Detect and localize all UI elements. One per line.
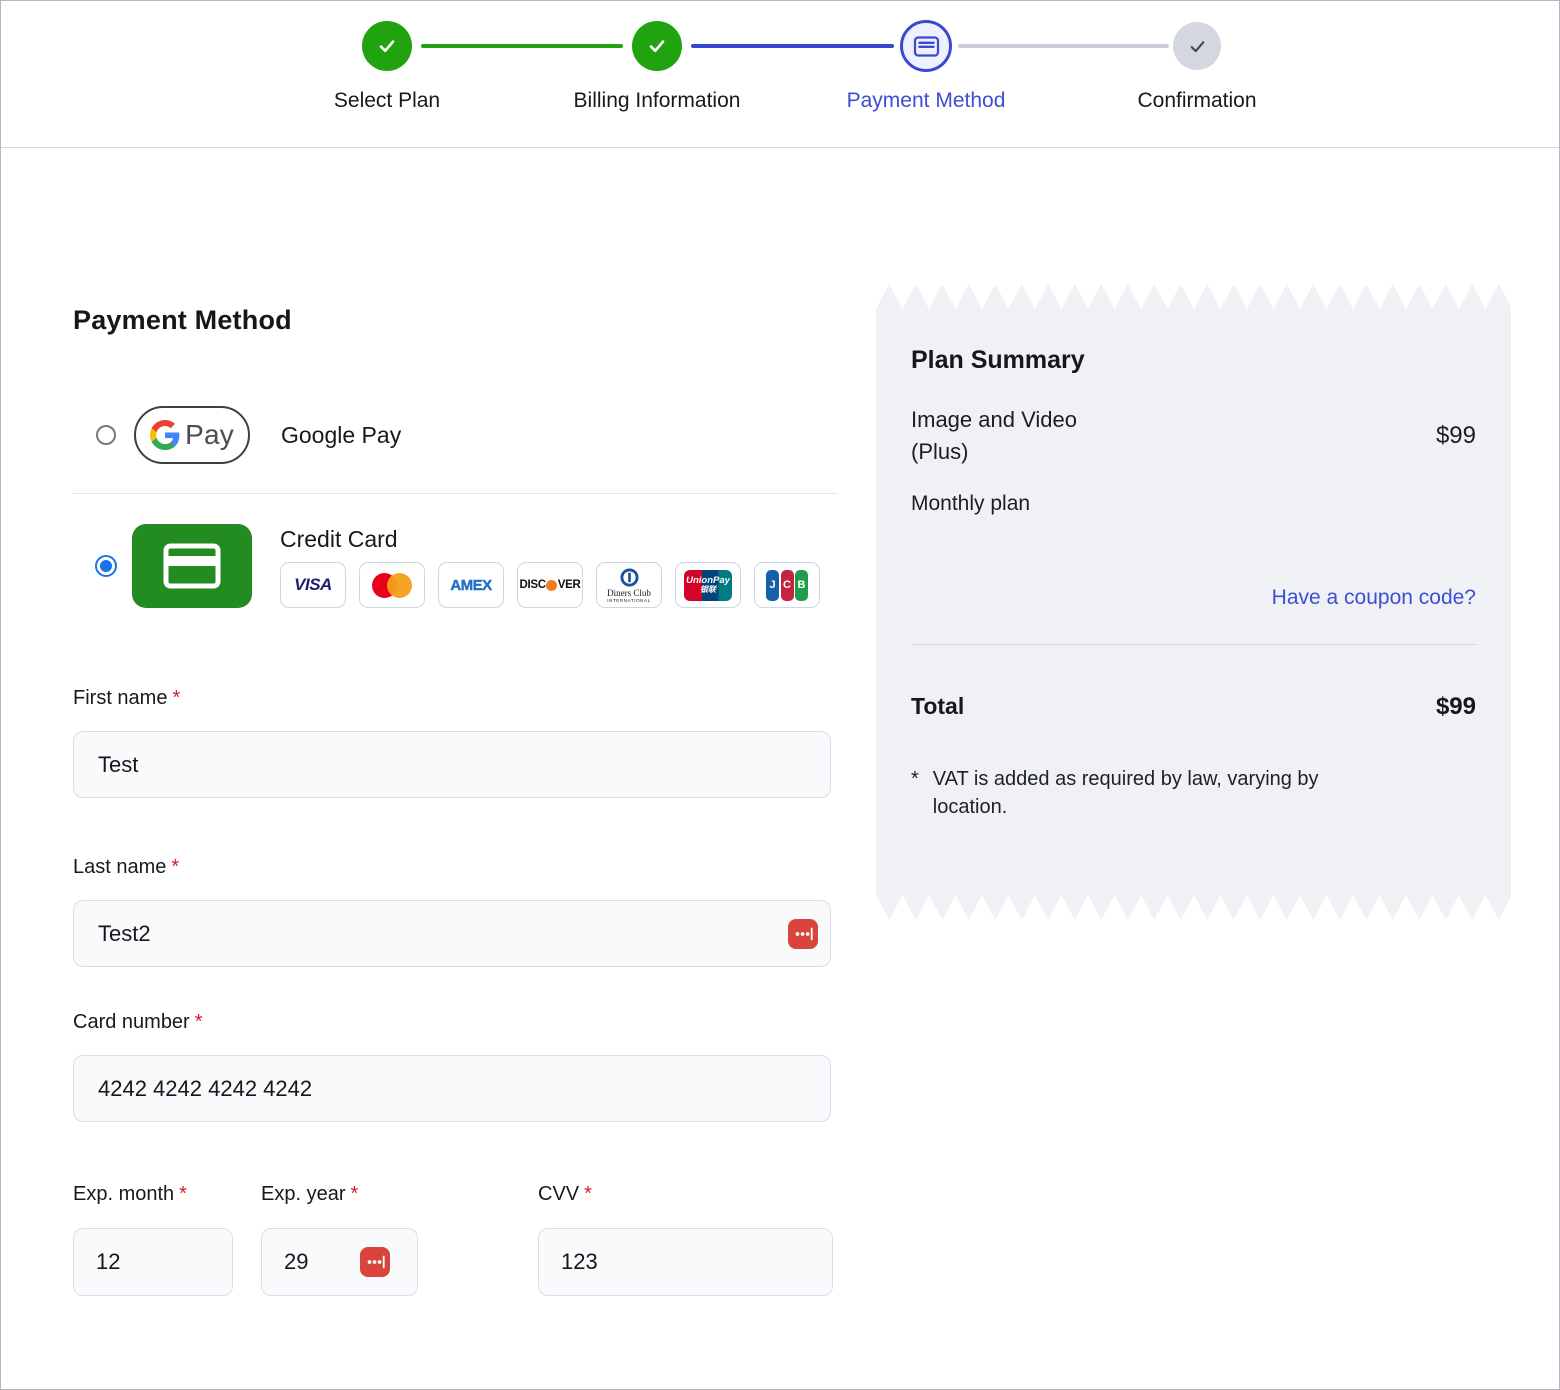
card-number-label: Card number* [73, 1011, 838, 1034]
step-label-confirmation: Confirmation [1137, 89, 1256, 113]
receipt-zigzag-bottom [876, 895, 1511, 921]
plan-line-item: Image and Video (Plus) $99 [911, 404, 1476, 468]
exp-month-label: Exp. month* [73, 1183, 233, 1206]
diners-circle-icon [620, 568, 639, 587]
google-pay-option[interactable]: Pay Google Pay [73, 406, 838, 464]
credit-card-details: Credit Card VISA AMEX DI [280, 524, 820, 608]
plan-summary-title: Plan Summary [911, 346, 1476, 375]
mastercard-brand-icon [359, 562, 425, 608]
plan-summary-body: Plan Summary Image and Video (Plus) $99 … [876, 309, 1511, 895]
visa-brand-icon: VISA [280, 562, 346, 608]
required-asterisk: * [584, 1183, 592, 1205]
step-confirmation-icon [1173, 22, 1221, 70]
summary-divider [911, 644, 1476, 645]
total-row: Total $99 [911, 653, 1476, 721]
step-label-select-plan[interactable]: Select Plan [334, 89, 440, 113]
unionpay-brand-icon: UnionPay 银联 [675, 562, 741, 608]
checkout-stepper: Select Plan Billing Information Payment … [1, 1, 1559, 148]
stepper-connector-upcoming [958, 44, 1169, 48]
payment-method-heading: Payment Method [73, 148, 838, 336]
credit-card-icon [163, 543, 221, 589]
last-name-input[interactable] [73, 900, 831, 967]
required-asterisk: * [195, 1011, 203, 1033]
google-g-icon [150, 420, 180, 450]
total-label: Total [911, 693, 964, 721]
option-divider [73, 493, 838, 494]
google-pay-logo[interactable]: Pay [134, 406, 250, 464]
required-asterisk: * [350, 1183, 358, 1205]
google-pay-radio[interactable] [96, 425, 116, 445]
stepper-connector-active [691, 44, 894, 48]
exp-month-field: Exp. month* [73, 1183, 233, 1296]
jcb-brand-icon: J C B [754, 562, 820, 608]
card-number-input[interactable] [73, 1055, 831, 1122]
card-brand-row: VISA AMEX DISC VER [280, 562, 820, 608]
required-asterisk: * [179, 1183, 187, 1205]
expiry-cvv-row: Exp. month* Exp. year* [73, 1183, 838, 1296]
gpay-pay-text: Pay [185, 419, 234, 451]
credit-card-tile-icon[interactable] [132, 524, 252, 608]
step-billing-done-icon[interactable] [632, 21, 682, 71]
exp-year-field: Exp. year* [261, 1183, 418, 1296]
cvv-field: CVV* [538, 1183, 833, 1296]
exp-month-input[interactable] [73, 1228, 233, 1296]
step-select-plan-done-icon[interactable] [362, 21, 412, 71]
plan-price: $99 [1436, 422, 1476, 450]
credit-card-radio[interactable] [95, 555, 117, 577]
vat-note: * VAT is added as required by law, varyi… [911, 765, 1391, 822]
required-asterisk: * [171, 856, 179, 878]
total-value: $99 [1436, 693, 1476, 721]
required-asterisk: * [172, 687, 180, 709]
first-name-input[interactable] [73, 731, 831, 798]
cvv-input[interactable] [538, 1228, 833, 1296]
check-icon [375, 34, 399, 58]
check-icon [1186, 35, 1209, 58]
credit-card-icon [913, 35, 940, 58]
vat-note-marker: * [911, 765, 919, 822]
credit-card-option[interactable]: Credit Card VISA AMEX DI [73, 524, 838, 608]
radio-dot [100, 560, 112, 572]
password-manager-autofill-icon[interactable] [360, 1247, 390, 1277]
google-pay-label: Google Pay [281, 422, 401, 449]
step-label-billing-information[interactable]: Billing Information [574, 89, 741, 113]
exp-year-input[interactable] [261, 1228, 418, 1296]
password-manager-autofill-icon[interactable] [788, 919, 818, 949]
plan-name: Image and Video (Plus) [911, 404, 1077, 468]
discover-brand-icon: DISC VER [517, 562, 583, 608]
payment-method-section: Payment Method Pay Google Pay [1, 148, 838, 1296]
step-label-payment-method: Payment Method [847, 89, 1006, 113]
receipt-zigzag-top [876, 283, 1511, 309]
coupon-code-link[interactable]: Have a coupon code? [1272, 586, 1476, 609]
plan-summary-card: Plan Summary Image and Video (Plus) $99 … [876, 283, 1511, 921]
amex-brand-icon: AMEX [438, 562, 504, 608]
credit-card-label: Credit Card [280, 526, 820, 553]
checkout-page: Select Plan Billing Information Payment … [0, 0, 1560, 1390]
checkout-main: Payment Method Pay Google Pay [1, 148, 1559, 1296]
last-name-label: Last name* [73, 856, 838, 879]
cvv-label: CVV* [538, 1183, 833, 1206]
discover-orange-dot [546, 580, 557, 591]
step-payment-current-icon[interactable] [900, 20, 952, 72]
coupon-row: Have a coupon code? [911, 586, 1476, 610]
exp-year-label: Exp. year* [261, 1183, 418, 1206]
diners-club-brand-icon: Diners Club INTERNATIONAL [596, 562, 662, 608]
stepper-connector-done [421, 44, 623, 48]
check-icon [645, 34, 669, 58]
vat-note-text: VAT is added as required by law, varying… [933, 765, 1391, 822]
first-name-label: First name* [73, 687, 838, 710]
billing-cycle: Monthly plan [911, 492, 1476, 516]
